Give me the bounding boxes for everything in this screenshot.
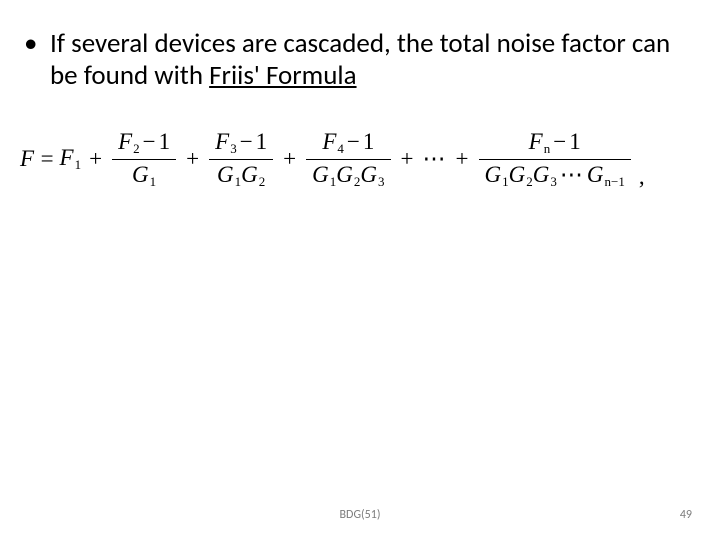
sym: F	[529, 129, 543, 154]
frac-n-num: Fn−1	[523, 127, 587, 159]
sym: G	[336, 162, 353, 187]
sym: F	[215, 129, 229, 154]
frac-2-den: G1G2	[211, 160, 271, 192]
frac-1: F2−1 G1	[108, 127, 180, 192]
slide: • If several devices are cascaded, the t…	[0, 0, 720, 540]
sub: 1	[501, 174, 509, 189]
sym: G	[132, 162, 149, 187]
sub: n−1	[604, 174, 625, 189]
equals-sign: =	[41, 146, 58, 172]
page-number: 49	[680, 508, 692, 522]
frac-2: F3−1 G1G2	[205, 127, 277, 192]
minus: −	[550, 129, 569, 154]
sub: 2	[132, 141, 140, 156]
plus-2: +	[180, 146, 205, 172]
bullet-item: • If several devices are cascaded, the t…	[24, 28, 680, 92]
plus-3: +	[277, 146, 302, 172]
sym: G	[509, 162, 526, 187]
sym: F	[322, 129, 336, 154]
sym: G	[485, 162, 502, 187]
plus-4: +	[395, 146, 420, 172]
friis-formula-link[interactable]: Friis' Formula	[209, 59, 356, 92]
one: 1	[256, 129, 268, 154]
term-f1: F1	[58, 145, 84, 173]
sym: G	[360, 162, 377, 187]
sym: G	[241, 162, 258, 187]
frac-1-den: G1	[126, 160, 162, 192]
frac-3-den: G1G2G3	[306, 160, 390, 192]
frac-3: F4−1 G1G2G3	[302, 127, 394, 192]
den-ellipsis: ⋯	[557, 162, 587, 187]
sub: 2	[258, 174, 266, 189]
minus: −	[344, 129, 363, 154]
sym: G	[587, 162, 604, 187]
sym: G	[217, 162, 234, 187]
frac-n: Fn−1 G1G2G3⋯Gn−1	[475, 127, 635, 192]
formula-lhs: F	[20, 146, 41, 172]
frac-n-den: G1G2G3⋯Gn−1	[479, 160, 631, 192]
one: 1	[363, 129, 375, 154]
minus: −	[140, 129, 159, 154]
sym-f: F	[60, 145, 74, 170]
ellipsis: ⋯	[420, 146, 450, 172]
sym: F	[118, 129, 132, 154]
one: 1	[569, 129, 581, 154]
footer-center: BDG(51)	[0, 508, 720, 522]
plus-5: +	[450, 146, 475, 172]
sub: 3	[549, 174, 557, 189]
friis-formula: F = F1 + F2−1 G1 + F3−1 G1G2 +	[20, 118, 710, 200]
sub: 1	[149, 174, 157, 189]
sub: 3	[377, 174, 385, 189]
sym: G	[312, 162, 329, 187]
frac-2-num: F3−1	[209, 127, 273, 159]
one: 1	[159, 129, 171, 154]
frac-1-num: F2−1	[112, 127, 176, 159]
bullet-text-plain: If several devices are cascaded, the tot…	[50, 27, 670, 92]
frac-3-num: F4−1	[316, 127, 380, 159]
bullet-marker: •	[24, 28, 50, 92]
sub: 3	[229, 141, 237, 156]
minus: −	[237, 129, 256, 154]
bullet-text: If several devices are cascaded, the tot…	[50, 28, 680, 92]
sub: 2	[525, 174, 533, 189]
formula-trailing-comma: ,	[635, 164, 645, 190]
plus-1: +	[83, 146, 108, 172]
sub-1: 1	[74, 157, 82, 172]
sym: G	[533, 162, 550, 187]
sub: 4	[336, 141, 344, 156]
